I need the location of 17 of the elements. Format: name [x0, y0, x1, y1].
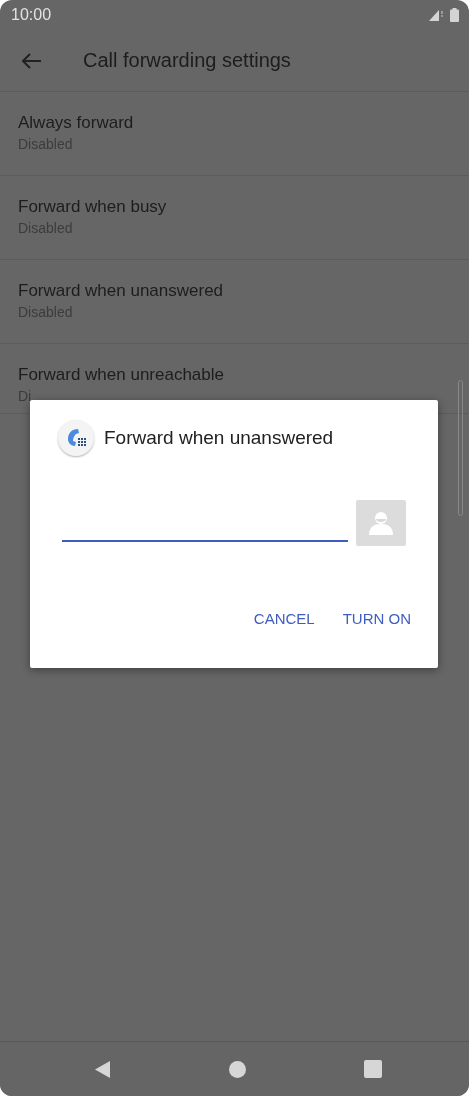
recents-nav-icon[interactable]: [363, 1060, 382, 1078]
home-nav-icon[interactable]: [228, 1060, 246, 1078]
dialog-title: Forward when unanswered: [104, 427, 334, 449]
screen-title: Call forwarding settings: [83, 49, 291, 72]
clock-time: 10:00: [11, 6, 52, 24]
turn-on-button[interactable]: TURN ON: [333, 602, 420, 635]
signal-icon: [428, 9, 444, 21]
battery-icon: [450, 8, 459, 22]
back-button[interactable]: [22, 52, 42, 69]
item-title: Always forward: [18, 112, 135, 133]
item-title: Forward when unanswered: [18, 280, 225, 301]
cancel-button[interactable]: CANCEL: [244, 602, 324, 635]
item-title: Forward when busy: [18, 196, 168, 217]
phone-keypad-icon: [58, 420, 94, 456]
back-nav-icon[interactable]: [93, 1059, 111, 1079]
item-title: Forward when unreachable: [18, 364, 225, 385]
person-icon: [368, 511, 394, 535]
